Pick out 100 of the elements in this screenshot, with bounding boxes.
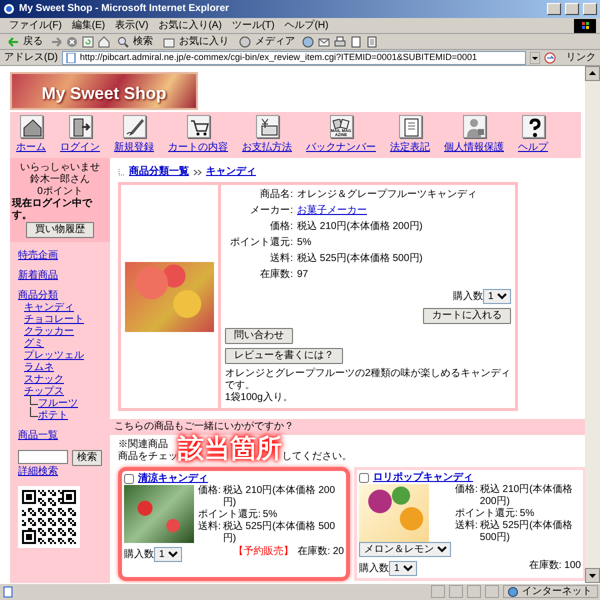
nav-link[interactable]: 新規登録: [114, 142, 154, 154]
dropdown-arrow-icon[interactable]: [530, 52, 540, 64]
field-label: 送料:: [269, 253, 294, 265]
field-label: 価格:: [269, 221, 294, 233]
flavor-select[interactable]: メロン＆レモン: [359, 542, 451, 557]
product-link[interactable]: 清涼キャンディ: [138, 473, 208, 485]
search-icon[interactable]: [117, 36, 129, 48]
search-field[interactable]: [18, 450, 68, 464]
quantity-select[interactable]: 1: [389, 561, 417, 576]
category-link[interactable]: スナック: [24, 374, 64, 386]
welcome-text: いらっしゃいませ: [20, 162, 100, 174]
nav-link[interactable]: お支払方法: [242, 142, 292, 154]
menu-item[interactable]: ファイル(F): [4, 20, 67, 32]
breadcrumb-link[interactable]: キャンディ: [206, 166, 256, 178]
mail-icon[interactable]: [318, 36, 330, 48]
field-value: 税込 525円(本体価格 500円): [297, 253, 423, 265]
sidebar-link[interactable]: 新着商品: [18, 270, 58, 282]
page-icon: [66, 52, 76, 62]
nav-link[interactable]: ログイン: [60, 142, 100, 154]
add-to-cart-button[interactable]: カートに入れる: [423, 308, 511, 324]
field-label: 送料:: [198, 521, 222, 534]
quantity-select[interactable]: 1: [154, 547, 182, 562]
qr-code-drawing: [18, 486, 80, 548]
category-link[interactable]: 商品分類: [18, 290, 58, 302]
windows-logo-icon: [574, 18, 596, 32]
menu-item[interactable]: ヘルプ(H): [280, 20, 334, 32]
toolbar-button[interactable]: 戻る: [23, 36, 43, 48]
nav-link[interactable]: 個人情報保護: [444, 142, 504, 154]
note-text: してください。: [282, 451, 352, 462]
toolbar-button[interactable]: 検索: [133, 36, 153, 48]
sidebar-link[interactable]: 商品一覧: [18, 430, 58, 442]
toolbar-button[interactable]: お気に入り: [179, 36, 229, 48]
field-label: 価格:: [198, 485, 222, 498]
field-value: 税込 210円(本体価格 200円): [480, 484, 574, 508]
category-link[interactable]: キャンディ: [24, 302, 74, 314]
address-field[interactable]: http://pibcart.admiral.ne.jp/e-commex/cgi-bin/ex_review_item.cgi?ITEMID=0001&SUBITEMID=0001: [62, 50, 526, 64]
breadcrumb-link[interactable]: 商品分類一覧: [129, 166, 189, 178]
field-label: ポイント還元:: [455, 508, 519, 520]
address-url: http://pibcart.admiral.ne.jp/e-commex/cgi-bin/ex_review_item.cgi?ITEMID=0001&SUBITEMID=0001: [80, 52, 478, 63]
category-link[interactable]: プレッツェル: [24, 350, 84, 362]
category-link[interactable]: ポテト: [38, 410, 68, 422]
status-panel: [431, 585, 445, 598]
category-link[interactable]: グミ: [24, 338, 44, 350]
category-link[interactable]: チョコレート: [24, 314, 84, 326]
menu-item[interactable]: ツール(T): [226, 20, 280, 32]
stock-text: 在庫数: 20: [297, 546, 344, 558]
product-link[interactable]: ロリポップキャンディ: [373, 472, 473, 484]
product-checkbox[interactable]: [359, 473, 369, 483]
refresh-icon[interactable]: [82, 36, 94, 48]
sidebar-link[interactable]: 特売企画: [18, 250, 58, 262]
menu-item[interactable]: お気に入り(A): [153, 20, 227, 32]
field-label: ポイント還元:: [198, 509, 262, 520]
quantity-label: 購入数: [359, 562, 389, 574]
status-panel: [449, 585, 463, 598]
welcome-text: 鈴木一郎さん: [30, 174, 90, 186]
field-value: 税込 210円(本体価格 200円): [222, 485, 336, 509]
category-link[interactable]: ラムネ: [24, 362, 54, 374]
login-status: 現在ログイン中です。: [12, 198, 94, 222]
toolbar-button[interactable]: メディア: [255, 36, 295, 48]
category-link[interactable]: フルーツ: [38, 398, 78, 410]
dotted-corner-icon: [118, 168, 125, 176]
photo-placeholder: [359, 484, 429, 542]
product-checkbox[interactable]: [124, 474, 134, 484]
printer-icon[interactable]: [334, 36, 346, 48]
nav-link[interactable]: 法定表記: [390, 142, 430, 154]
maker-link[interactable]: お菓子メーカー: [297, 205, 367, 217]
menu-item[interactable]: 編集(E): [66, 20, 110, 32]
nav-link[interactable]: カートの内容: [168, 142, 228, 154]
nav-link[interactable]: ホーム: [16, 142, 46, 154]
advanced-search-link[interactable]: 詳細検索: [18, 466, 58, 478]
vertical-scrollbar[interactable]: [585, 66, 600, 583]
nav-link[interactable]: ヘルプ: [518, 142, 548, 154]
links-label[interactable]: リンク: [566, 52, 596, 64]
photo-placeholder: [124, 485, 194, 543]
search-button[interactable]: 検索: [72, 450, 102, 466]
review-button[interactable]: レビューを書くには？: [225, 348, 343, 364]
field-label: 価格:: [455, 484, 479, 497]
welcome-text: 0ポイント: [37, 186, 83, 198]
document-icon[interactable]: [350, 36, 362, 48]
stop-icon[interactable]: [66, 36, 78, 48]
menu-item[interactable]: 表示(V): [110, 20, 154, 32]
address-label: アドレス(D): [4, 52, 58, 64]
quantity-label: 購入数: [124, 548, 154, 560]
nav-link[interactable]: バックナンバー: [306, 142, 376, 154]
history-button[interactable]: 買い物履歴: [26, 222, 94, 238]
inquiry-button[interactable]: 問い合わせ: [225, 328, 293, 344]
field-value: 税込 210円(本体価格 200円): [297, 221, 423, 233]
field-value: 税込 525円(本体価格 500円): [480, 520, 574, 544]
quantity-select[interactable]: 1: [483, 289, 511, 304]
field-value: 税込 525円(本体価格 500円): [222, 521, 336, 545]
category-link[interactable]: チップス: [24, 386, 64, 398]
field-label: 商品名:: [259, 189, 294, 201]
page-icon: [2, 586, 14, 598]
home-icon[interactable]: [98, 36, 110, 48]
window-title: My Sweet Shop - Microsoft Internet Explorer: [19, 3, 230, 15]
internet-zone-label: インターネット: [522, 586, 592, 598]
status-panel: [485, 585, 499, 598]
category-link[interactable]: クラッカー: [24, 326, 74, 338]
field-value: 97: [297, 269, 308, 281]
document-icon[interactable]: [366, 36, 378, 48]
